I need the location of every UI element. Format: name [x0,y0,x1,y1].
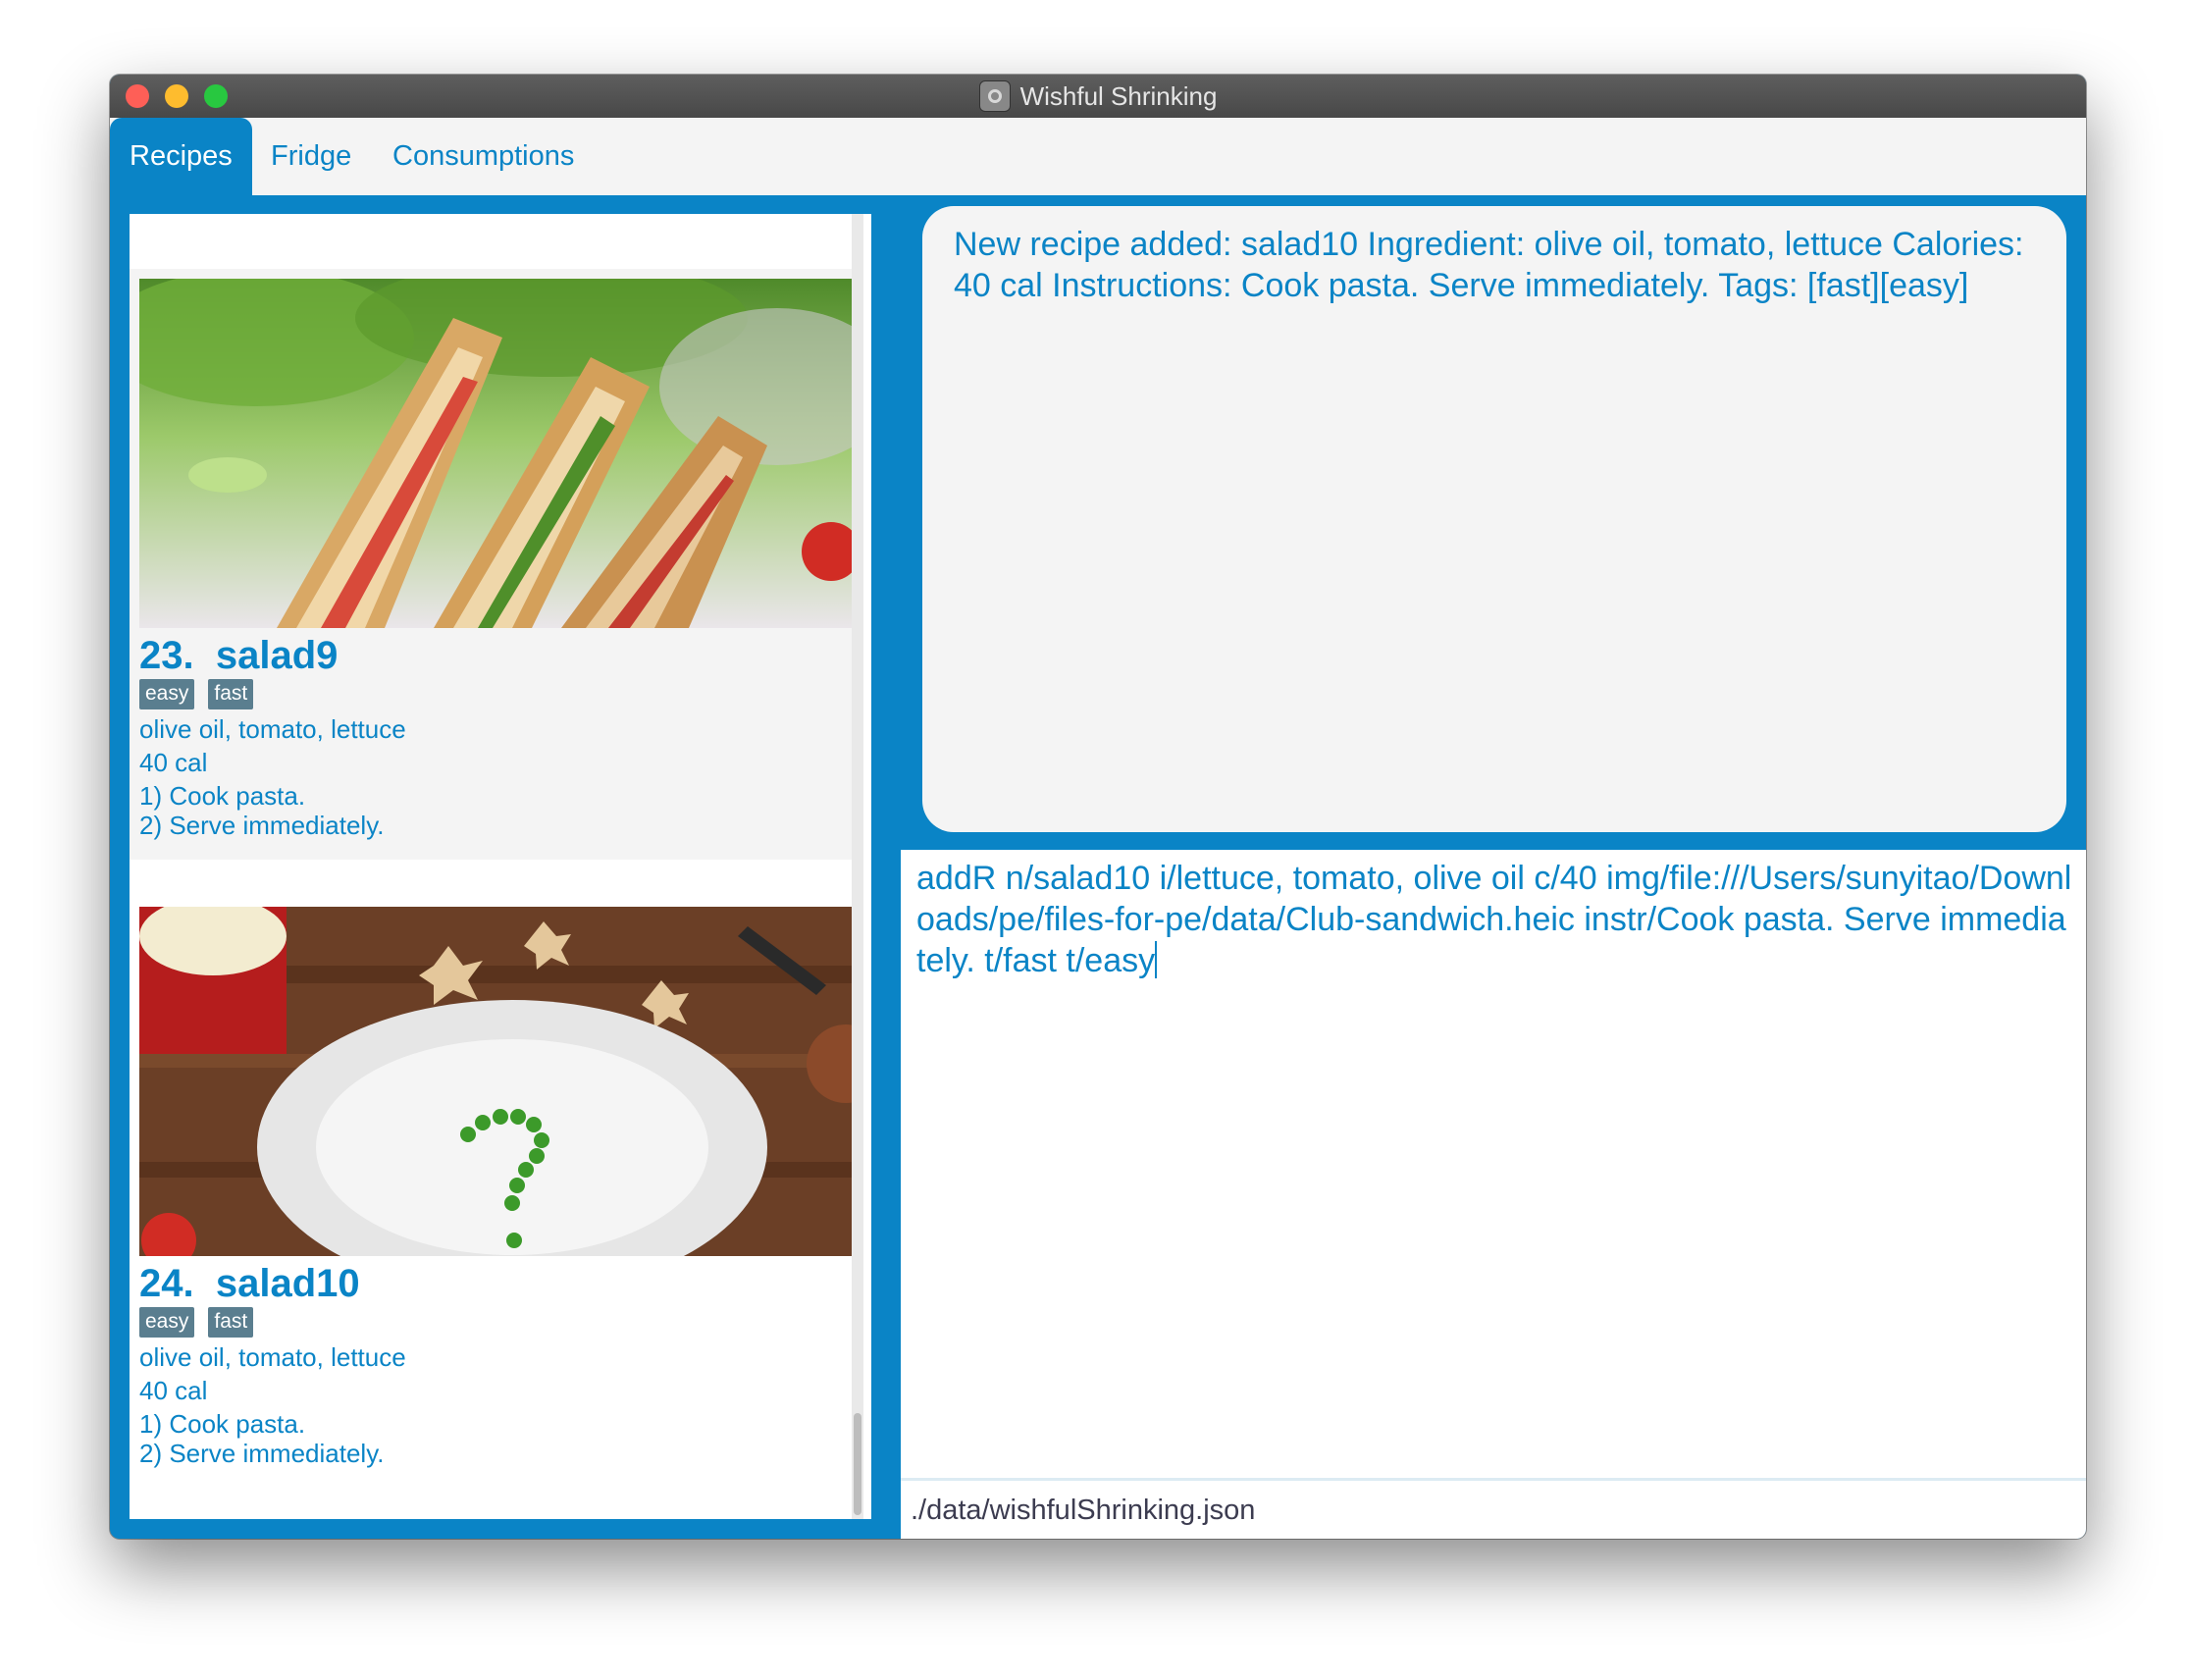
recipe-card[interactable]: 23. salad9 easy fast olive oil, tomato, … [130,269,860,860]
recipe-list[interactable]: 23. salad9 easy fast olive oil, tomato, … [130,214,871,1519]
tab-bar: Recipes Fridge Consumptions [110,118,2086,195]
tag-badge: fast [208,679,254,709]
recipe-step: 1) Cook pasta. [139,781,306,811]
app-icon [978,80,1011,112]
tab-consumptions[interactable]: Consumptions [392,118,574,195]
result-display: New recipe added: salad10 Ingredient: ol… [922,206,2066,832]
recipe-index: 24. [139,1262,194,1305]
tab-fridge[interactable]: Fridge [271,118,351,195]
recipe-title: 24. salad10 [139,1262,360,1306]
tag-badge: fast [208,1307,254,1338]
command-input[interactable]: addR n/salad10 i/lettuce, tomato, olive … [916,858,2074,981]
window-title: Wishful Shrinking [1019,80,1218,111]
recipe-ingredients: olive oil, tomato, lettuce [139,1342,406,1372]
tab-recipes[interactable]: Recipes [110,118,252,195]
recipe-step: 2) Serve immediately. [139,1439,385,1468]
tag-badge: easy [139,679,195,709]
scrollbar-thumb[interactable] [854,1413,861,1515]
title-bar[interactable]: Wishful Shrinking [110,75,2086,119]
recipe-title: 23. salad9 [139,634,338,678]
command-box[interactable]: addR n/salad10 i/lettuce, tomato, olive … [901,850,2086,1478]
recipe-name: salad10 [215,1262,360,1305]
recipe-calories: 40 cal [139,1376,208,1405]
recipe-ingredients: olive oil, tomato, lettuce [139,714,406,744]
app-window: Wishful Shrinking Recipes Fridge Consump… [110,75,2086,1539]
window-title-group: Wishful Shrinking [110,75,2086,118]
command-text: addR n/salad10 i/lettuce, tomato, olive … [916,860,2072,979]
recipe-step: 2) Serve immediately. [139,811,385,840]
tag-badge: easy [139,1307,195,1338]
recipe-index: 23. [139,634,194,677]
recipe-list-scrollbar[interactable] [852,214,863,1519]
tag-list: easy fast [139,1307,254,1338]
status-bar: ./data/wishfulShrinking.json [901,1478,2086,1539]
tag-list: easy fast [139,679,254,709]
recipe-step: 1) Cook pasta. [139,1409,306,1439]
recipe-calories: 40 cal [139,748,208,777]
recipe-name: salad9 [215,634,339,677]
save-file-path: ./data/wishfulShrinking.json [911,1495,1256,1526]
recipe-image [139,279,860,628]
result-message: New recipe added: salad10 Ingredient: ol… [954,226,2024,304]
recipe-card[interactable]: 24. salad10 easy fast olive oil, tomato,… [130,897,860,1519]
recipe-image [139,907,860,1256]
text-caret [1155,941,1158,978]
